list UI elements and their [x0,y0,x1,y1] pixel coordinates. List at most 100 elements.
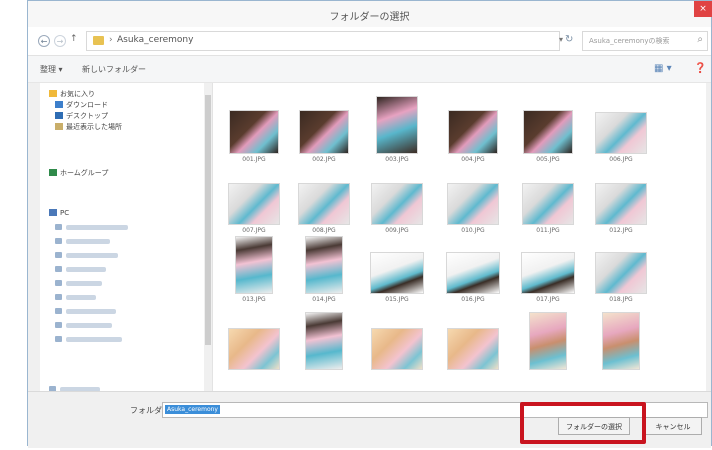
blurred-item[interactable] [66,225,128,230]
sidebar-item-desktop[interactable]: デスクトップ [55,111,108,121]
view-icon[interactable]: ▦ ▾ [654,63,672,74]
file-list: 001.JPG 002.JPG 003.JPG 004.JPG 005.JPG 006.J… [213,83,706,391]
search-placeholder: Asuka_ceremonyの検索 [589,37,670,45]
download-icon [55,101,63,108]
photo-thumbnail [596,253,646,293]
photo-thumbnail [449,111,497,153]
photo-thumbnail [447,253,499,293]
drive-icon [55,238,62,244]
chevron-down-icon[interactable]: ▾ [559,35,563,44]
recent-places-icon [55,123,63,130]
homegroup-icon [49,169,57,176]
blurred-item[interactable] [66,295,96,300]
file-name-label: 006.JPG [609,156,633,163]
photo-thumbnail [236,237,272,293]
photo-thumbnail [299,184,349,224]
photo-thumbnail [229,329,279,369]
up-button[interactable]: ↑ [70,34,78,44]
photo-thumbnail [522,253,574,293]
drive-icon [55,294,62,300]
drive-icon [55,322,62,328]
scrollbar-thumb[interactable] [205,95,211,345]
star-icon [49,90,57,97]
close-icon[interactable]: × [694,1,712,17]
forward-button[interactable]: → [54,35,66,47]
photo-thumbnail [377,97,417,153]
drive-icon [55,336,62,342]
path-separator: › [109,35,113,45]
file-name-label: 002.JPG [312,156,336,163]
photo-thumbnail [372,329,422,369]
file-name-label: 009.JPG [385,227,409,234]
computer-icon [49,209,57,216]
address-bar[interactable]: › Asuka_ceremony ▾ [86,31,563,51]
desktop-icon [55,112,63,119]
sidebar-item-pc[interactable]: PC [49,209,69,217]
file-name-label: 007.JPG [242,227,266,234]
file-name-label: 004.JPG [461,156,485,163]
navigation-pane: お気に入り ダウンロード デスクトップ 最近表示した場所 ホームグループ PC [40,83,213,392]
sidebar-item-homegroup[interactable]: ホームグループ [49,168,108,178]
back-button[interactable]: ← [38,35,50,47]
file-name-label: 008.JPG [312,227,336,234]
help-icon[interactable]: ❓ [694,63,706,74]
drive-icon [55,252,62,258]
file-name-label: 014.JPG [312,296,336,303]
title-bar[interactable]: フォルダーの選択 × [28,1,712,27]
photo-thumbnail [372,184,422,224]
organize-button[interactable]: 整理 ▾ [40,64,63,75]
sidebar-item-downloads[interactable]: ダウンロード [55,100,108,110]
photo-thumbnail [306,313,342,369]
photo-thumbnail [603,313,639,369]
sidebar-item-favorites[interactable]: お気に入り [49,89,95,99]
sidebar-item-recent[interactable]: 最近表示した場所 [55,122,122,132]
file-name-label: 011.JPG [536,227,560,234]
search-box[interactable]: Asuka_ceremonyの検索 ⌕ [582,31,708,51]
file-name-label: 001.JPG [242,156,266,163]
photo-thumbnail [371,253,423,293]
blurred-item[interactable] [66,323,112,328]
file-name-label: 012.JPG [609,227,633,234]
photo-thumbnail [523,184,573,224]
file-name-label: 017.JPG [536,296,560,303]
photo-thumbnail [229,184,279,224]
drive-icon [55,280,62,286]
photo-thumbnail [530,313,566,369]
sidebar-scrollbar[interactable] [204,83,212,391]
new-folder-button[interactable]: 新しいフォルダー [82,64,146,75]
folder-icon [93,36,104,45]
file-name-label: 018.JPG [609,296,633,303]
folder-name-value[interactable]: Asuka_ceremony [165,405,220,414]
photo-thumbnail [448,329,498,369]
blurred-item[interactable] [66,281,102,286]
cancel-button[interactable]: キャンセル [644,417,702,435]
blurred-item[interactable] [66,309,116,314]
file-name-label: 010.JPG [461,227,485,234]
highlight-box [520,402,646,444]
drive-icon [55,224,62,230]
dialog-title: フォルダーの選択 [329,12,410,23]
file-name-label: 013.JPG [242,296,266,303]
drive-icon [55,308,62,314]
file-name-label: 003.JPG [385,156,409,163]
file-name-label: 005.JPG [536,156,560,163]
search-icon[interactable]: ⌕ [697,34,703,45]
toolbar: 整理 ▾ 新しいフォルダー ▦ ▾ ❓ [28,56,711,83]
refresh-icon[interactable]: ↻ [565,34,573,45]
photo-thumbnail [524,111,572,153]
blurred-item[interactable] [66,337,122,342]
file-name-label: 015.JPG [385,296,409,303]
photo-thumbnail [300,111,348,153]
photo-thumbnail [448,184,498,224]
photo-thumbnail [230,111,278,153]
photo-thumbnail [596,113,646,153]
photo-thumbnail [306,237,342,293]
photo-thumbnail [596,184,646,224]
blurred-item[interactable] [66,267,106,272]
navigation-bar: ← → ↑ › Asuka_ceremony ▾ ↻ Asuka_ceremon… [28,27,711,56]
address-path[interactable]: Asuka_ceremony [117,35,193,45]
file-name-label: 016.JPG [461,296,485,303]
blurred-item[interactable] [66,239,110,244]
select-folder-dialog: フォルダーの選択 × ← → ↑ › Asuka_ceremony ▾ ↻ As… [27,0,712,448]
blurred-item[interactable] [66,253,118,258]
